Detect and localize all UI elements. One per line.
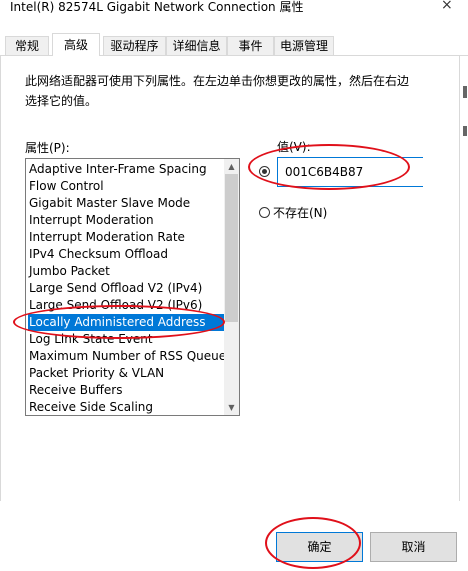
list-item[interactable]: Jumbo Packet: [28, 263, 225, 280]
scroll-thumb[interactable]: [225, 174, 238, 322]
tab-details[interactable]: 详细信息: [166, 36, 227, 55]
property-listbox[interactable]: Adaptive Inter-Frame Spacing Flow Contro…: [25, 158, 240, 416]
list-item[interactable]: Interrupt Moderation: [28, 212, 225, 229]
tab-general[interactable]: 常规: [5, 36, 49, 55]
tab-events[interactable]: 事件: [227, 36, 274, 55]
list-item-selected[interactable]: Locally Administered Address: [28, 314, 225, 331]
list-item[interactable]: Large Send Offload V2 (IPv6): [28, 297, 225, 314]
list-item[interactable]: Receive Buffers: [28, 382, 225, 399]
tab-strip: 常规 高级 驱动程序 详细信息 事件 电源管理: [0, 33, 468, 56]
list-item[interactable]: Maximum Number of RSS Queue: [28, 348, 225, 365]
description-text: 此网络适配器可使用下列属性。在左边单击你想更改的属性，然后在右边选择它的值。: [25, 74, 410, 108]
tab-driver[interactable]: 驱动程序: [103, 36, 166, 55]
title-bar: Intel(R) 82574L Gigabit Network Connecti…: [0, 0, 468, 30]
value-input[interactable]: 001C6B4B87: [277, 157, 423, 187]
list-item[interactable]: Log Link State Event: [28, 331, 225, 348]
list-item[interactable]: Large Send Offload V2 (IPv4): [28, 280, 225, 297]
list-item[interactable]: Receive Side Scaling: [28, 399, 225, 415]
list-item[interactable]: Adaptive Inter-Frame Spacing: [28, 161, 225, 178]
radio-selected-dot: [262, 169, 267, 174]
value-radio[interactable]: [259, 166, 270, 177]
tab-advanced[interactable]: 高级: [52, 33, 100, 56]
list-item[interactable]: IPv4 Checksum Offload: [28, 246, 225, 263]
tab-power-management[interactable]: 电源管理: [274, 36, 334, 55]
list-item[interactable]: Packet Priority & VLAN: [28, 365, 225, 382]
background-window-edge: [463, 86, 467, 98]
value-label: 值(V):: [277, 140, 311, 154]
close-icon[interactable]: ×: [441, 0, 453, 13]
property-label: 属性(P):: [25, 141, 70, 155]
background-window-edge: [463, 126, 467, 136]
not-present-label: 不存在(N): [273, 206, 328, 220]
list-item[interactable]: Gigabit Master Slave Mode: [28, 195, 225, 212]
scroll-up-icon[interactable]: ▲: [224, 159, 239, 174]
scroll-down-icon[interactable]: ▼: [224, 400, 239, 415]
not-present-radio[interactable]: [259, 207, 270, 218]
cancel-button[interactable]: 取消: [370, 532, 457, 562]
list-item[interactable]: Flow Control: [28, 178, 225, 195]
ok-button[interactable]: 确定: [276, 532, 363, 562]
window-title: Intel(R) 82574L Gigabit Network Connecti…: [10, 0, 304, 14]
list-scrollbar[interactable]: ▲ ▼: [224, 159, 239, 415]
list-item[interactable]: Interrupt Moderation Rate: [28, 229, 225, 246]
